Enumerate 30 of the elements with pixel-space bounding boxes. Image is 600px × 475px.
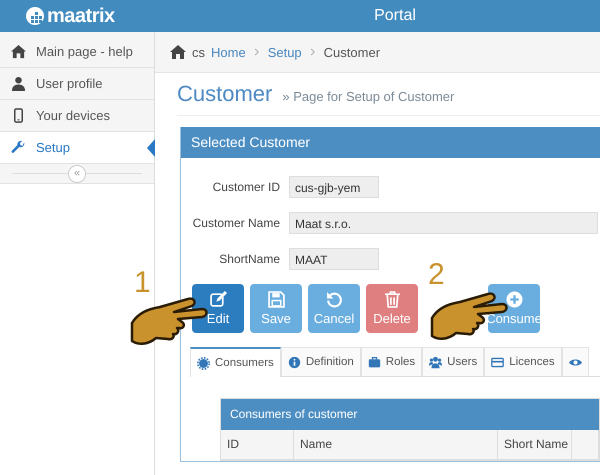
sidebar-item[interactable]: User profile — [0, 68, 154, 100]
table-title: Consumers of customer — [221, 399, 599, 430]
step-number: 1 — [134, 268, 151, 298]
tab[interactable]: Definition — [280, 347, 361, 376]
text-field[interactable]: cus-gjb-yem — [289, 176, 379, 198]
language-label: cs — [192, 44, 205, 60]
tab[interactable]: Licences — [484, 347, 562, 376]
column-header: Name — [294, 430, 498, 460]
page-subtitle: » Page for Setup of Customer — [282, 89, 454, 104]
field-label: ShortName — [218, 252, 281, 266]
portal-title: Portal — [373, 7, 417, 25]
panel-title: Selected Customer — [181, 127, 600, 158]
breadcrumb-link[interactable]: Setup — [268, 44, 302, 60]
breadcrumb-link[interactable]: Home — [211, 44, 246, 60]
action-button[interactable]: Edit — [192, 284, 244, 333]
tab[interactable]: Roles — [360, 347, 422, 376]
field-label: Customer Name — [192, 216, 281, 230]
page-title: Customer — [177, 81, 272, 107]
sidebar-item[interactable]: Main page - help — [0, 36, 154, 68]
sidebar-item[interactable]: Setup — [0, 132, 154, 164]
tab[interactable]: Users — [422, 347, 484, 376]
tab[interactable]: Consumers — [190, 347, 281, 377]
column-header: ID — [221, 430, 294, 460]
column-header: Short Name — [498, 430, 572, 460]
field-label: Customer ID — [212, 180, 281, 194]
text-field[interactable]: MAAT — [289, 248, 379, 270]
logo-text: maatrix — [47, 4, 115, 28]
step-number: 2 — [428, 260, 445, 290]
breadcrumb-current: Customer — [324, 44, 380, 60]
text-field[interactable]: Maat s.r.o. — [289, 212, 598, 234]
